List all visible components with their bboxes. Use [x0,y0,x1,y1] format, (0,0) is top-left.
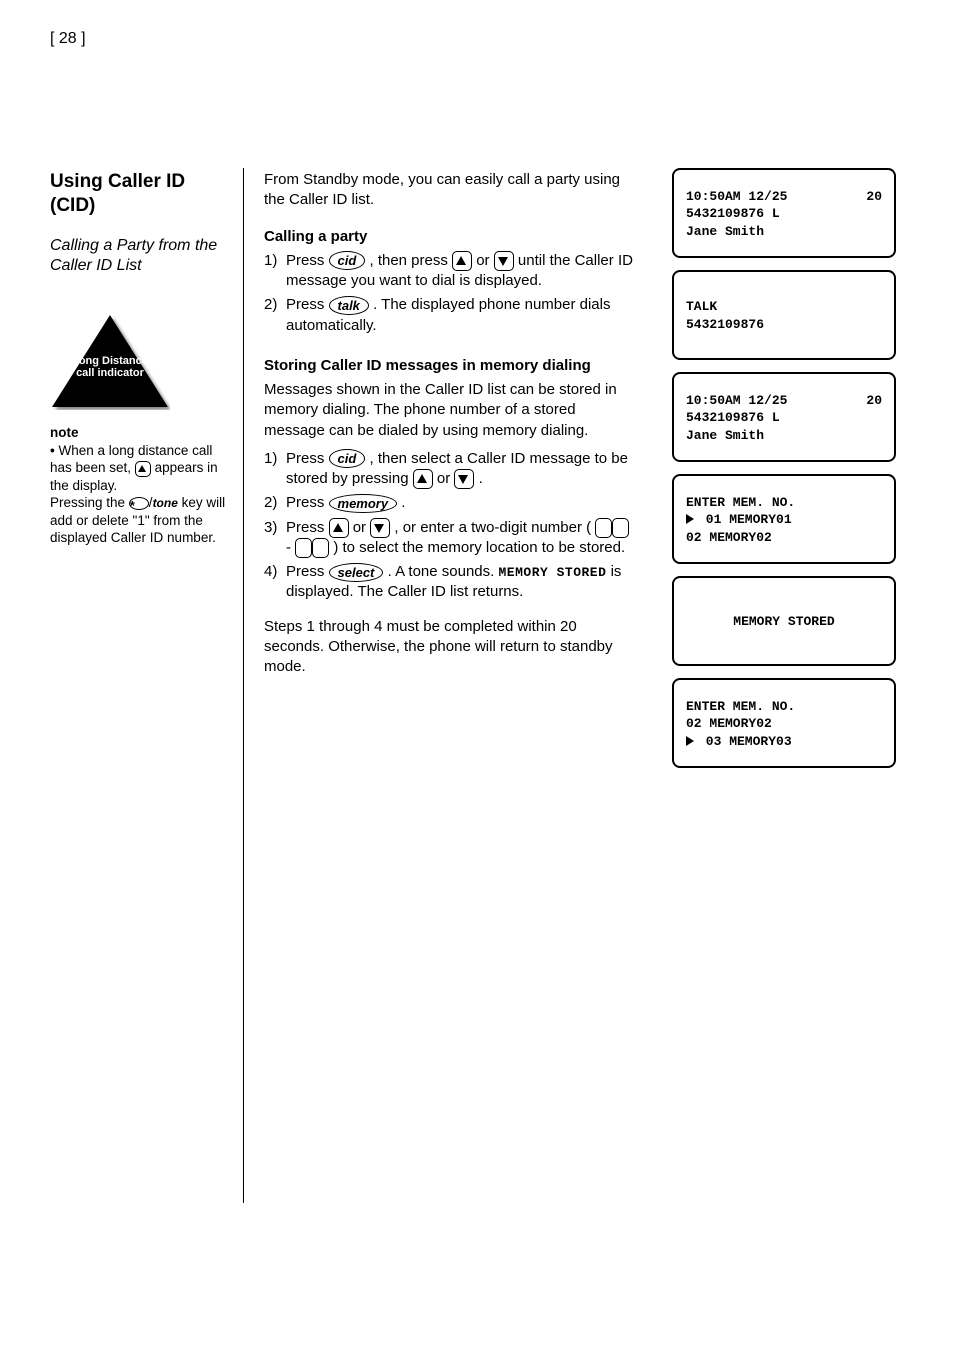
step-number: 3) [264,518,286,559]
txt: or [476,252,494,269]
note-label: note [50,425,79,440]
lcd-screen-2: TALK 5432109876 [672,270,896,360]
step-number: 2) [264,493,286,513]
digit-box [595,518,612,538]
lcd-screen-6: ENTER MEM. NO. 02 MEMORY02 03 MEMORY03 [672,678,896,768]
txt: Press [286,494,329,511]
column-divider [243,168,244,1203]
txt: Press [286,296,329,313]
lcd-line: 5432109876 [686,316,882,334]
up-arrow-icon [135,461,151,477]
center-column: From Standby mode, you can easily call a… [264,170,636,693]
lcd-name: Jane Smith [686,427,882,445]
step-number: 1) [264,449,286,490]
txt: Press [286,519,329,536]
left-column: Using Caller ID (CID) Calling a Party fr… [50,170,230,547]
txt: or [353,519,371,536]
cid-key: cid [329,251,366,270]
down-arrow-key [494,251,514,271]
storing-heading: Storing Caller ID messages in memory dia… [264,356,636,376]
note-body-3: Pressing the [50,495,129,510]
calling-heading: Calling a party [264,227,636,247]
step-2: 2) Press talk . The displayed phone numb… [264,295,636,336]
lcd-number: 5432109876 L [686,205,882,223]
lcd-screen-5: MEMORY STORED [672,576,896,666]
lcd-screen-4: ENTER MEM. NO. 01 MEMORY01 02 MEMORY02 [672,474,896,564]
store-step-4: 4) Press select . A tone sounds. MEMORY … [264,562,636,603]
pointer-icon [686,736,694,746]
txt: Press [286,450,329,467]
lcd-line: TALK [686,298,882,316]
memory-key: memory [329,494,398,513]
storing-intro: Messages shown in the Caller ID list can… [264,380,636,441]
step-1: 1) Press cid , then press or until the C… [264,251,636,292]
step-number: 1) [264,251,286,292]
pointer-icon [686,514,694,524]
up-arrow-key [413,469,433,489]
txt: . [401,494,405,511]
section-heading: Using Caller ID (CID) [50,170,230,218]
store-step-2: 2) Press memory . [264,493,636,513]
talk-key: talk [329,296,369,315]
step-number: 2) [264,295,286,336]
lcd-datetime: 10:50AM 12/25 [686,392,787,410]
txt: . A tone sounds. [388,563,499,580]
lcd-count: 20 [866,188,882,206]
cid-key: cid [329,449,366,468]
txt: , or enter a two-digit number ( [394,519,591,536]
digit-box [295,538,312,558]
txt: or [437,470,455,487]
lcd-line: 02 MEMORY02 [686,715,882,733]
digit-box [312,538,329,558]
down-arrow-key [370,518,390,538]
right-column: 10:50AM 12/25 20 5432109876 L Jane Smith… [672,168,902,780]
memory-stored-display: MEMORY STORED [498,565,606,580]
step-number: 4) [264,562,286,603]
txt: Press [286,563,329,580]
txt: . [479,470,483,487]
lcd-line: 03 MEMORY03 [686,733,882,751]
triangle-text-2: call indicator [76,367,144,379]
section-subheading: Calling a Party from the Caller ID List [50,236,230,278]
lcd-line: 02 MEMORY02 [686,529,882,547]
triangle-text-1: Long Distance [72,355,148,367]
digit-box [612,518,629,538]
up-arrow-key [452,251,472,271]
manual-page: [ 28 ] Using Caller ID (CID) Calling a P… [0,0,954,1355]
outro-para: Steps 1 through 4 must be completed with… [264,617,636,678]
lcd-datetime: 10:50AM 12/25 [686,188,787,206]
lcd-screen-1: 10:50AM 12/25 20 5432109876 L Jane Smith [672,168,896,258]
txt: Press [286,252,329,269]
lcd-line: ENTER MEM. NO. [686,494,882,512]
lcd-screen-3: 10:50AM 12/25 20 5432109876 L Jane Smith [672,372,896,462]
txt: ) to select the memory location to be st… [333,539,625,556]
select-key: select [329,563,384,582]
store-step-3: 3) Press or , or enter a two-digit numbe… [264,518,636,559]
page-number: [ 28 ] [50,30,86,48]
star-tone-key: * [129,497,149,510]
store-step-1: 1) Press cid , then select a Caller ID m… [264,449,636,490]
lcd-line: 01 MEMORY01 [686,511,882,529]
long-distance-indicator: Long Distance call indicator [50,315,230,410]
lcd-number: 5432109876 L [686,409,882,427]
lcd-line: ENTER MEM. NO. [686,698,882,716]
intro-para: From Standby mode, you can easily call a… [264,170,636,211]
down-arrow-key [454,469,474,489]
up-arrow-key [329,518,349,538]
note-block: note • When a long distance call has bee… [50,424,230,547]
txt: - [286,539,295,556]
txt: , then press [369,252,452,269]
lcd-line: MEMORY STORED [686,613,882,631]
lcd-count: 20 [866,392,882,410]
lcd-name: Jane Smith [686,223,882,241]
